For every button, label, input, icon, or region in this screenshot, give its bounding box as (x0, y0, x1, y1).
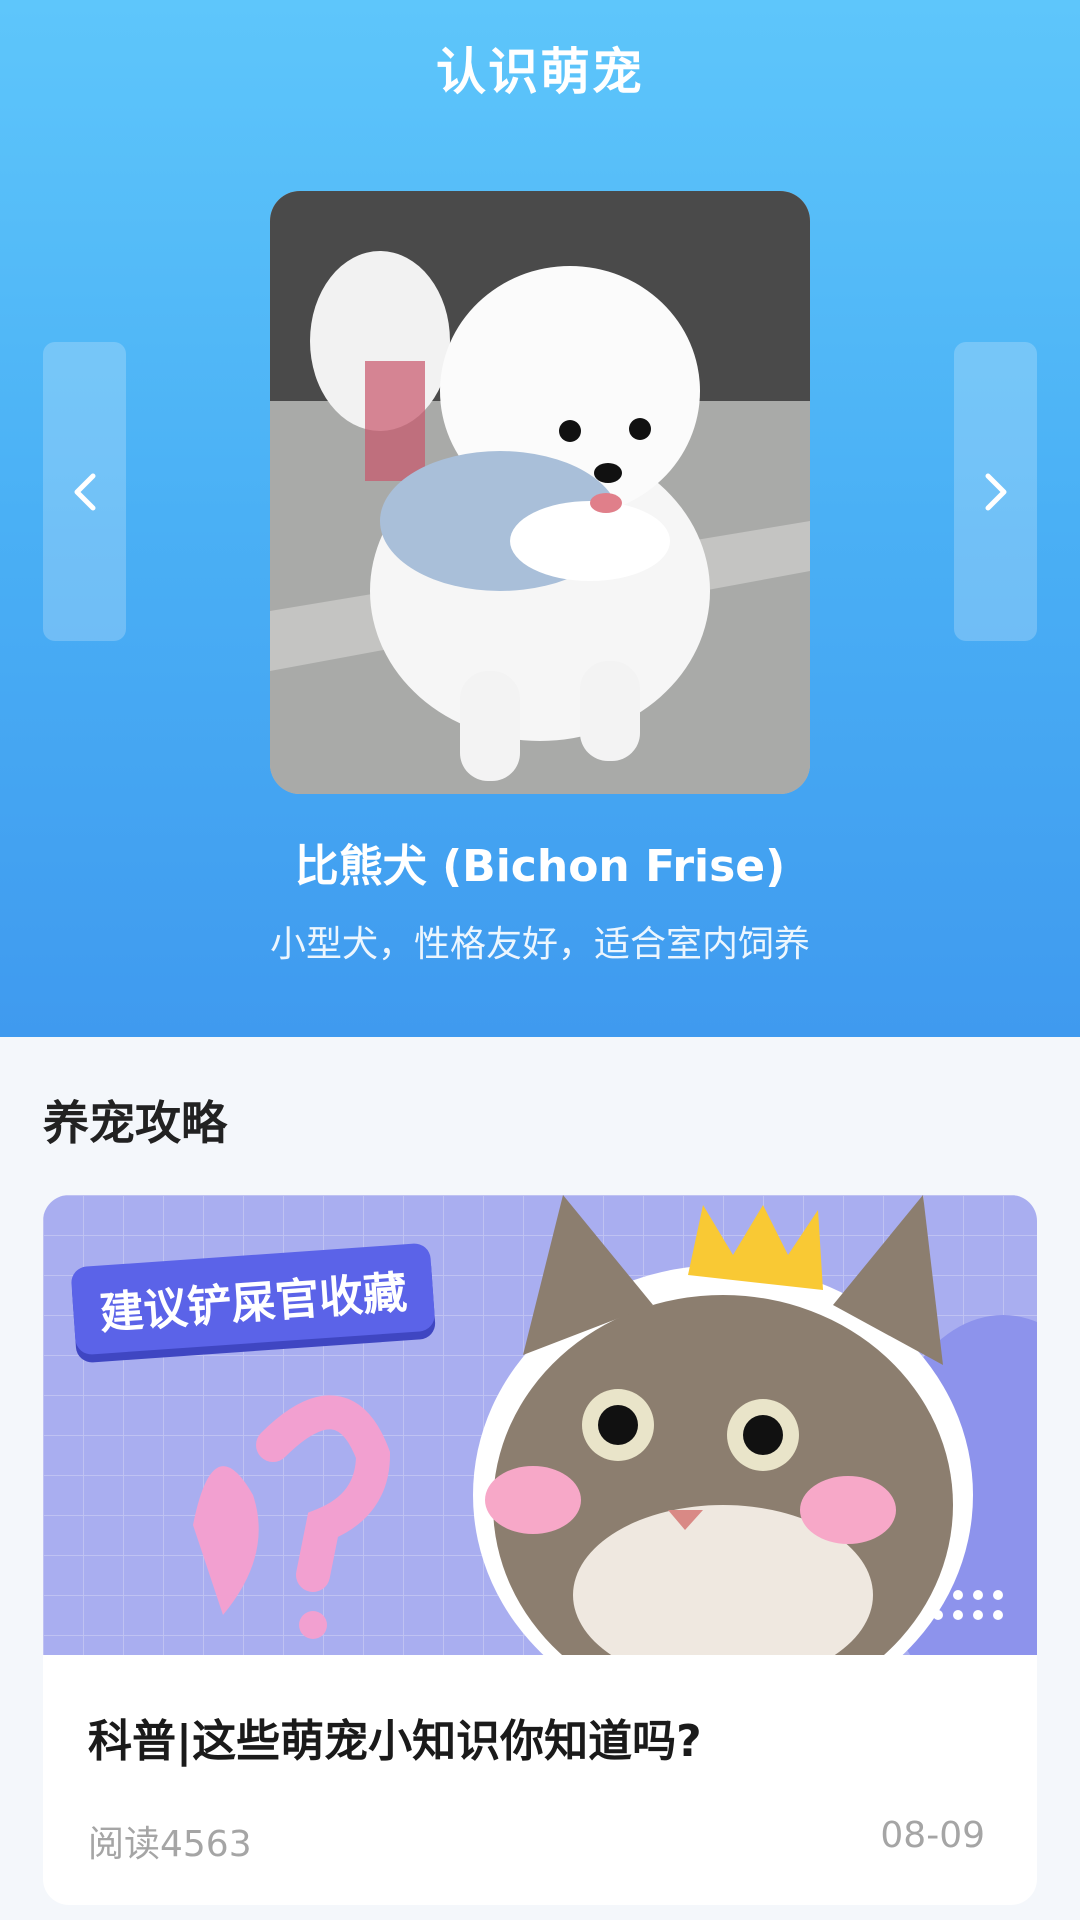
article-title[interactable]: 科普|这些萌宠小知识你知道吗? (88, 1705, 702, 1769)
pet-photo[interactable] (270, 191, 810, 794)
article-card[interactable]: 建议铲屎官收藏 科普|这些萌宠小知识你知道吗? 阅读4563 08-09 (43, 1195, 1037, 1905)
hero-banner: 认识萌宠 比熊犬 (Bichon Frise) 小型犬，性格友好，适合室内饲养 (0, 0, 1080, 1037)
pet-name: 比熊犬 (Bichon Frise) (294, 841, 786, 892)
carousel-prev-button[interactable] (43, 342, 126, 641)
article-read-count: 阅读4563 (88, 1824, 252, 1865)
article-cover-image: 建议铲屎官收藏 (43, 1195, 1037, 1655)
chevron-right-icon (985, 473, 1006, 510)
chevron-left-icon (74, 473, 95, 510)
section-title-guides: 养宠攻略 (43, 1096, 227, 1150)
bichon-dog-image (270, 191, 810, 794)
article-date: 08-09 (880, 1815, 985, 1856)
pet-description: 小型犬，性格友好，适合室内饲养 (269, 924, 810, 965)
carousel-next-button[interactable] (954, 342, 1037, 641)
page-title: 认识萌宠 (436, 43, 644, 101)
